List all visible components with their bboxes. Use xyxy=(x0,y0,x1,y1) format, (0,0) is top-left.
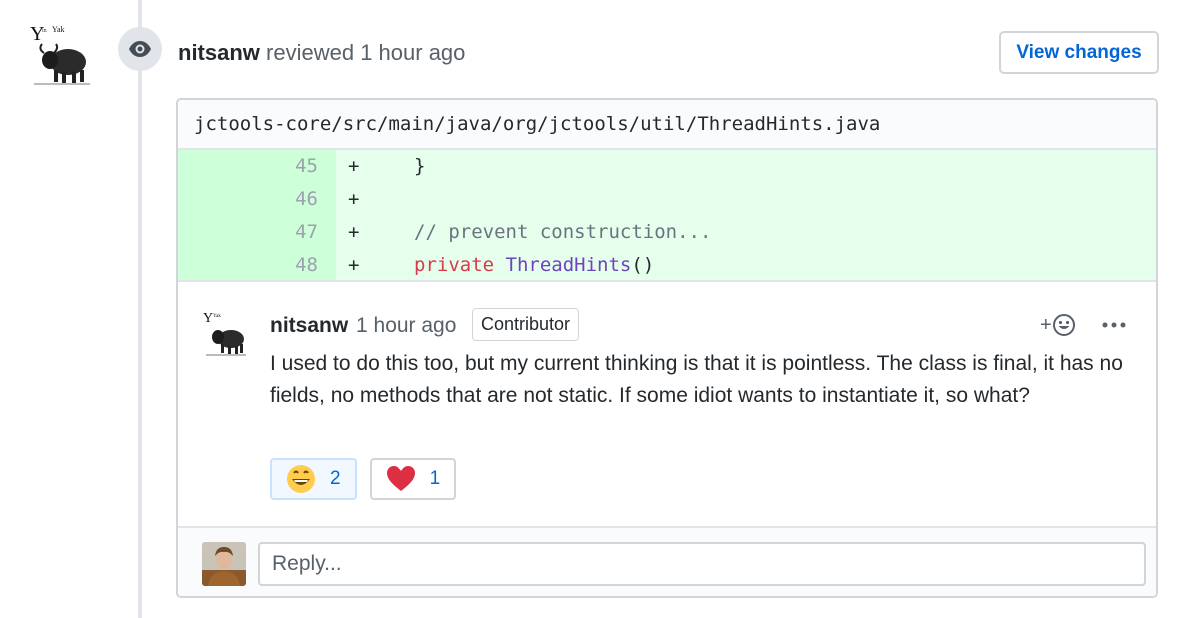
reaction-count: 1 xyxy=(429,468,441,489)
review-header: nitsanw reviewed 1 hour ago xyxy=(178,38,465,68)
diff-code-comment: // prevent construction... xyxy=(414,221,712,243)
view-changes-button[interactable]: View changes xyxy=(999,31,1159,74)
add-reaction-button[interactable]: + xyxy=(1040,310,1076,340)
eye-icon xyxy=(129,41,151,57)
heart-emoji-icon xyxy=(386,466,415,491)
contributor-badge: Contributor xyxy=(472,308,580,341)
yak-avatar-image: Y Yak xyxy=(203,311,246,356)
reply-area: Reply... xyxy=(178,526,1156,596)
comment-timestamp[interactable]: 1 hour ago xyxy=(356,312,456,340)
file-path-link[interactable]: jctools-core/src/main/java/org/jctools/u… xyxy=(194,113,880,135)
review-author-link[interactable]: nitsanw xyxy=(178,40,260,65)
svg-text:in: in xyxy=(42,28,47,34)
timeline-line xyxy=(138,0,142,618)
grinning-face-emoji-icon xyxy=(287,465,315,493)
comment-author-link[interactable]: nitsanw xyxy=(270,312,348,340)
diff-add-marker: + xyxy=(348,254,360,276)
diff-add-marker: + xyxy=(348,221,360,243)
diff-line-number[interactable]: 47 xyxy=(178,216,318,249)
svg-text:Y: Y xyxy=(203,311,213,326)
review-action: reviewed xyxy=(266,40,355,65)
kebab-horizontal-icon xyxy=(1102,322,1126,328)
diff-add-marker: + xyxy=(348,155,360,177)
diff-line-number[interactable]: 45 xyxy=(178,150,318,183)
review-comment: Y Yak nitsanw 1 hour ago Contributor + I… xyxy=(178,280,1156,526)
diff-add-marker: + xyxy=(348,188,360,210)
file-path-header: jctools-core/src/main/java/org/jctools/u… xyxy=(178,100,1156,150)
reactions-bar: 2 1 xyxy=(270,458,457,502)
add-reaction-plus: + xyxy=(1040,313,1052,336)
code-entity: ThreadHints xyxy=(505,254,632,276)
user-photo-image xyxy=(202,542,246,586)
diff-line: 45 + } xyxy=(178,150,1156,183)
review-timestamp[interactable]: 1 hour ago xyxy=(360,40,465,65)
reviewer-avatar[interactable]: Y in Yak xyxy=(28,20,92,88)
yak-avatar-image: Y in Yak xyxy=(30,23,90,85)
svg-text:Y: Y xyxy=(30,23,44,45)
reaction-heart-button[interactable]: 1 xyxy=(369,458,457,500)
comment-options-button[interactable] xyxy=(1102,310,1126,340)
smiley-icon xyxy=(1052,314,1075,336)
diff-code: } xyxy=(414,155,426,177)
diff-line: 48 + private ThreadHints() xyxy=(178,249,1156,282)
code-punctuation: () xyxy=(631,254,655,276)
diff-hunk: 45 + } 46 + 47 + // prevent construction… xyxy=(178,150,1156,280)
current-user-avatar[interactable] xyxy=(202,542,246,586)
reply-input[interactable]: Reply... xyxy=(258,542,1146,586)
diff-line: 47 + // prevent construction... xyxy=(178,216,1156,249)
comment-author-avatar[interactable]: Y Yak xyxy=(202,308,248,358)
svg-text:Yak: Yak xyxy=(213,314,221,319)
code-keyword: private xyxy=(414,254,495,276)
reaction-count: 2 xyxy=(330,468,341,489)
review-comment-box: jctools-core/src/main/java/org/jctools/u… xyxy=(176,98,1158,598)
comment-body: I used to do this too, but my current th… xyxy=(270,352,1123,407)
diff-code: private ThreadHints() xyxy=(414,249,654,282)
reaction-smile-button[interactable]: 2 xyxy=(270,458,357,500)
svg-text:Yak: Yak xyxy=(52,25,65,34)
review-eye-badge xyxy=(118,27,162,71)
diff-line-number[interactable]: 48 xyxy=(178,249,318,282)
diff-line: 46 + xyxy=(178,183,1156,216)
diff-line-number[interactable]: 46 xyxy=(178,183,318,216)
